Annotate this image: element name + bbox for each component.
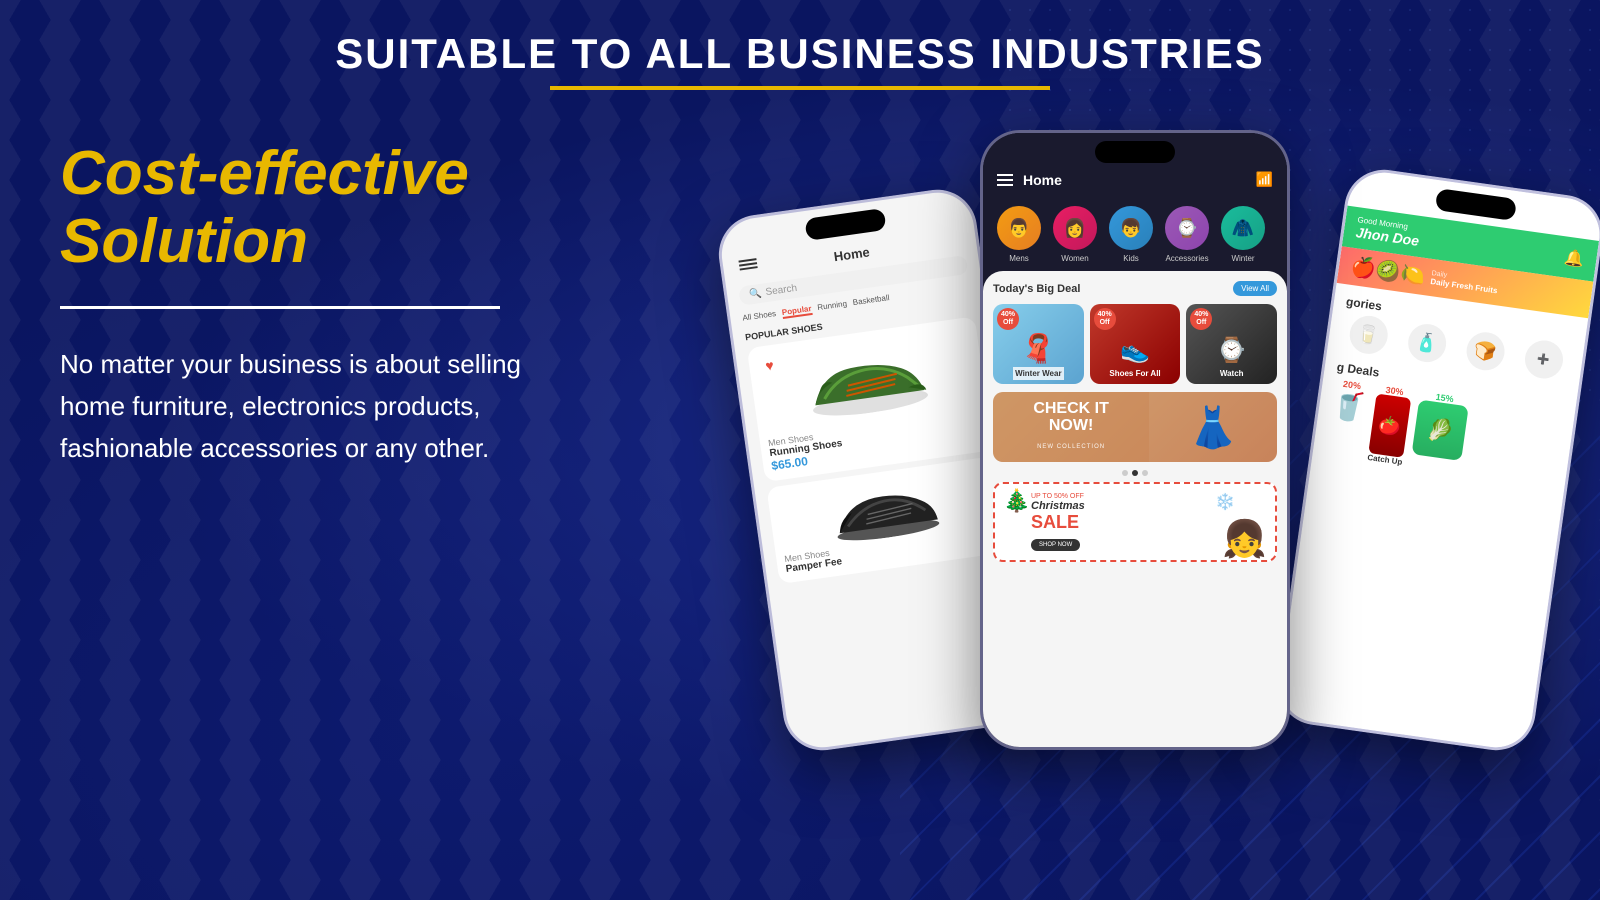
- christmas-banner[interactable]: 🎄 UP TO 50% OFF Christmas SALE SHOP NOW …: [993, 482, 1277, 562]
- christmas-girl-figure: 👧: [1222, 518, 1267, 560]
- shoe-svg-green: [798, 339, 936, 421]
- cat-label-winter: Winter: [1231, 254, 1254, 263]
- deal-cards-row: 40%Off 🧣 Winter Wear 40%Off: [993, 304, 1277, 384]
- wifi-icon: 📶: [1256, 171, 1273, 188]
- discount-badge-2: 40%Off: [1094, 308, 1116, 330]
- new-collection-label: NEW COLLECTION: [1037, 444, 1105, 450]
- right-header-text: Good Morning Jhon Doe: [1355, 215, 1422, 249]
- chips-image: 🥬: [1412, 400, 1469, 461]
- heading-divider: [60, 306, 500, 309]
- fruits-banner-text: Daily Daily Fresh Fruits: [1430, 270, 1499, 295]
- cat-label-mens: Mens: [1009, 254, 1029, 263]
- today-deal-title: Today's Big Deal: [993, 283, 1080, 295]
- search-placeholder: Search: [765, 283, 798, 298]
- center-home-title: Home: [1023, 172, 1256, 188]
- deal-img-1: 🥤: [1329, 388, 1368, 426]
- heading-line1: Cost-effective: [60, 139, 469, 208]
- discount-badge-1: 40%Off: [997, 308, 1019, 330]
- phone-center-notch: [1095, 141, 1175, 163]
- cat-winter[interactable]: 🧥 Winter: [1221, 206, 1265, 263]
- cat-circle-women: 👩: [1053, 206, 1097, 250]
- cat-mens[interactable]: 👨 Mens: [997, 206, 1041, 263]
- right-cat-4[interactable]: ➕: [1515, 337, 1573, 382]
- deal-card-winter[interactable]: 40%Off 🧣 Winter Wear: [993, 304, 1084, 384]
- left-content-section: Cost-effective Solution No matter your b…: [60, 140, 580, 469]
- center-categories: 👨 Mens 👩 Women 👦 Kids ⌚ Accessories 🧥: [983, 198, 1287, 271]
- right-cat-3[interactable]: 🍞: [1456, 329, 1514, 374]
- cat-circle-winter: 🧥: [1221, 206, 1265, 250]
- christmas-ornament-1: 🎄: [1003, 488, 1030, 514]
- view-all-button[interactable]: View All: [1233, 281, 1277, 296]
- tab-basketball[interactable]: Basketball: [852, 293, 890, 309]
- cat-circle-2: 🧴: [1405, 322, 1448, 365]
- phone-left-icon-placeholder: [946, 238, 964, 241]
- description-text: No matter your business is about selling…: [60, 344, 580, 469]
- phone-left-menu-icon[interactable]: [735, 258, 758, 271]
- cat-label-acc: Accessories: [1165, 254, 1208, 263]
- phones-container: Home 🔍 Search All Shoes Popular Running …: [700, 80, 1600, 900]
- phone-center-side-button: [1287, 233, 1290, 273]
- deal-item-chips[interactable]: 15% 🥬: [1410, 390, 1471, 475]
- promo-text: CHECK IT NOW! NEW COLLECTION: [1033, 401, 1109, 453]
- promo-now: NOW!: [1033, 417, 1109, 435]
- search-icon: 🔍: [749, 288, 763, 301]
- right-cat-2[interactable]: 🧴: [1398, 321, 1456, 366]
- notification-bell-icon[interactable]: 🔔: [1563, 247, 1586, 270]
- cat-kids[interactable]: 👦 Kids: [1109, 206, 1153, 263]
- deal-card-shoes[interactable]: 40%Off 👟 Shoes For All: [1090, 304, 1181, 384]
- center-content-area: Today's Big Deal View All 40%Off 🧣 Winte…: [983, 271, 1287, 750]
- cat-circle-mens: 👨: [997, 206, 1041, 250]
- phone-right-screen: Good Morning Jhon Doe 🔔 🍎🥝🍋 Daily Daily …: [1276, 168, 1600, 752]
- ketchup-image: 🍅: [1368, 394, 1411, 458]
- snowflake-icon: ❄️: [1215, 492, 1235, 512]
- dot-2: [1132, 470, 1138, 476]
- cat-label-kids: Kids: [1123, 254, 1139, 263]
- shoe-card-1[interactable]: ♥: [747, 316, 994, 482]
- dot-3: [1142, 470, 1148, 476]
- cat-label-women: Women: [1061, 254, 1088, 263]
- promo-model-figure: 👗: [1149, 392, 1277, 462]
- phone-left-title: Home: [833, 244, 871, 264]
- deal-item-1[interactable]: 20% 🥤: [1324, 378, 1370, 461]
- cat-women[interactable]: 👩 Women: [1053, 206, 1097, 263]
- cat-accessories[interactable]: ⌚ Accessories: [1165, 206, 1209, 263]
- cat-circle-kids: 👦: [1109, 206, 1153, 250]
- tab-popular[interactable]: Popular: [781, 304, 812, 319]
- today-deal-row: Today's Big Deal View All: [993, 281, 1277, 296]
- tab-all-shoes[interactable]: All Shoes: [742, 309, 777, 325]
- carousel-dots: [993, 470, 1277, 476]
- deal-item-ketchup[interactable]: 30% 🍅 Catch Up: [1367, 384, 1413, 467]
- phone-right: Good Morning Jhon Doe 🔔 🍎🥝🍋 Daily Daily …: [1272, 165, 1600, 756]
- deal-card-watch[interactable]: 40%Off ⌚ Watch: [1186, 304, 1277, 384]
- phone-center: Home 📶 👨 Mens 👩 Women 👦 Kids ⌚: [980, 130, 1290, 750]
- fruits-emoji: 🍎🥝🍋: [1349, 254, 1426, 289]
- phone-center-screen: Home 📶 👨 Mens 👩 Women 👦 Kids ⌚: [983, 133, 1287, 747]
- promo-banner[interactable]: CHECK IT NOW! NEW COLLECTION 👗: [993, 392, 1277, 462]
- cat-circle-4: ➕: [1522, 338, 1565, 381]
- cat-circle-1: 🥛: [1347, 313, 1390, 356]
- cat-circle-3: 🍞: [1464, 330, 1507, 373]
- dot-1: [1122, 470, 1128, 476]
- hamburger-icon[interactable]: [997, 174, 1013, 186]
- main-heading: Cost-effective Solution: [60, 140, 580, 276]
- phone-center-left-button: [980, 253, 983, 308]
- tab-running[interactable]: Running: [817, 299, 848, 314]
- shop-now-button[interactable]: SHOP NOW: [1031, 539, 1080, 551]
- promo-check-it: CHECK IT: [1033, 401, 1109, 417]
- right-cat-1[interactable]: 🥛: [1339, 312, 1397, 357]
- heading-line2: Solution: [60, 207, 308, 276]
- cat-circle-acc: ⌚: [1165, 206, 1209, 250]
- page-title: SUITABLE TO ALL BUSINESS INDUSTRIES: [0, 30, 1600, 78]
- heart-icon[interactable]: ♥: [764, 357, 774, 374]
